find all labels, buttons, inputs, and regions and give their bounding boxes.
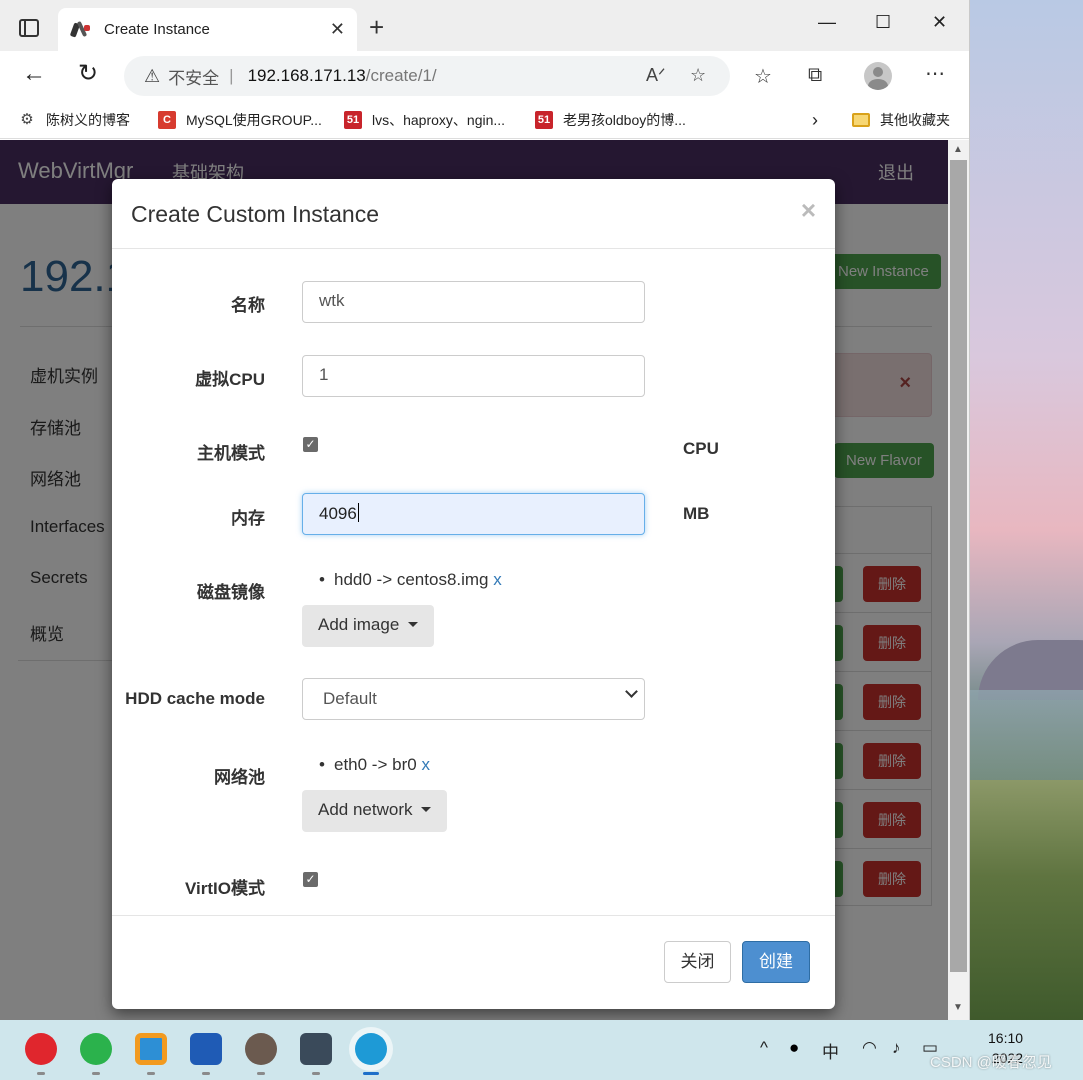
- mb-suffix: MB: [683, 504, 710, 523]
- modal-header: Create Custom Instance ×: [112, 179, 835, 249]
- network-item: eth0 -> br0 x: [319, 755, 430, 775]
- folder-icon: [852, 113, 870, 127]
- tab-title: Create Instance: [104, 21, 210, 38]
- more-icon[interactable]: ⋯: [925, 61, 945, 86]
- caret-down-icon: [408, 622, 419, 627]
- bookmarks-bar: ⚙ 陈树义的博客 C MySQL使用GROUP... 51 lvs、haproxy、n…: [0, 101, 969, 139]
- volume-icon[interactable]: ♪: [892, 1038, 901, 1058]
- browser-window: Create Instance ✕ + — ☐ ✕ ← ↻ ⚠ 不安全 | 19…: [0, 0, 970, 1020]
- virtio-label: VirtIO模式: [185, 879, 265, 898]
- vcpu-label: 虚拟CPU: [195, 370, 265, 389]
- edge-icon[interactable]: [355, 1033, 387, 1065]
- tab-close-icon[interactable]: ✕: [330, 19, 345, 40]
- security-status: 不安全: [168, 68, 220, 88]
- address-bar[interactable]: ⚠ 不安全 | 192.168.171.13/create/1/ Aᐟ ☆: [124, 56, 730, 96]
- create-instance-modal: Create Custom Instance × 名称 wtk 虚拟CPU 1 …: [112, 179, 835, 1009]
- sidebar-toggle-icon[interactable]: [19, 19, 39, 37]
- add-image-button[interactable]: Add image: [302, 605, 435, 647]
- tray-expand-icon[interactable]: ^: [760, 1038, 768, 1058]
- cache-mode-select[interactable]: Default: [302, 678, 645, 720]
- tab-strip: Create Instance ✕ + — ☐ ✕: [0, 0, 969, 51]
- back-icon[interactable]: ←: [22, 62, 46, 86]
- vmware-icon[interactable]: [135, 1033, 167, 1065]
- remove-network-link[interactable]: x: [421, 755, 430, 774]
- disk-image-label: 磁盘镜像: [197, 583, 265, 602]
- network-label: 网络池: [214, 768, 265, 787]
- page-scrollbar[interactable]: ▲ ▼: [948, 140, 969, 1020]
- name-input[interactable]: wtk: [302, 281, 645, 323]
- netease-music-icon[interactable]: [25, 1033, 57, 1065]
- add-favorite-icon[interactable]: ☆: [690, 65, 706, 86]
- memory-label: 内存: [231, 509, 265, 528]
- scroll-down-icon[interactable]: ▼: [953, 1002, 963, 1013]
- app-avatar-icon[interactable]: [245, 1033, 277, 1065]
- ime-indicator[interactable]: 中: [822, 1038, 839, 1063]
- other-bookmarks[interactable]: 其他收藏夹: [852, 110, 950, 130]
- disk-image-item: hdd0 -> centos8.img x: [319, 570, 502, 590]
- maximize-icon[interactable]: ☐: [875, 12, 891, 33]
- memory-input[interactable]: 4096: [302, 493, 645, 535]
- collections-icon[interactable]: ⧉: [808, 64, 822, 87]
- bookmark-c-icon: C: [158, 111, 176, 129]
- remove-disk-link[interactable]: x: [493, 570, 502, 589]
- vcpu-input[interactable]: 1: [302, 355, 645, 397]
- virtio-checkbox[interactable]: ✓: [303, 872, 318, 887]
- desktop-wallpaper: [968, 0, 1083, 1020]
- address-toolbar: ← ↻ ⚠ 不安全 | 192.168.171.13/create/1/ Aᐟ …: [0, 51, 969, 101]
- watermark: CSDN @暖春忽见: [930, 1054, 1052, 1071]
- scrollbar-thumb[interactable]: [950, 160, 967, 972]
- bookmark-item[interactable]: 51 lvs、haproxy、ngin...: [344, 110, 505, 130]
- bookmark-51-icon: 51: [535, 111, 553, 129]
- minimize-icon[interactable]: —: [818, 12, 836, 33]
- host-mode-checkbox[interactable]: ✓: [303, 437, 318, 452]
- wifi-icon[interactable]: ◠: [862, 1038, 877, 1058]
- scroll-up-icon[interactable]: ▲: [953, 144, 963, 155]
- wechat-icon[interactable]: [80, 1033, 112, 1065]
- warning-icon: ⚠: [144, 65, 161, 86]
- host-mode-label: 主机模式: [197, 444, 265, 463]
- favorites-icon[interactable]: ☆: [754, 64, 772, 89]
- qq-icon[interactable]: ●: [789, 1038, 799, 1058]
- bookmarks-overflow-icon[interactable]: ›: [812, 110, 818, 131]
- taskbar: ^ ● 中 ◠ ♪ ▭ 16:10 2022: [0, 1020, 1083, 1080]
- bookmark-item[interactable]: 51 老男孩oldboy的博...: [535, 110, 686, 130]
- profile-avatar[interactable]: [864, 62, 892, 90]
- read-aloud-icon[interactable]: Aᐟ: [646, 65, 666, 86]
- create-button[interactable]: 创建: [742, 941, 810, 983]
- cpu-suffix: CPU: [683, 439, 719, 458]
- close-button[interactable]: 关闭: [664, 941, 731, 983]
- modal-title: Create Custom Instance: [131, 201, 380, 227]
- name-label: 名称: [231, 296, 265, 315]
- cache-mode-label: HDD cache mode: [125, 689, 265, 708]
- window-close-icon[interactable]: ✕: [932, 12, 947, 33]
- reload-icon[interactable]: ↻: [78, 62, 98, 86]
- add-network-button[interactable]: Add network: [302, 790, 448, 832]
- url-path: /create/1/: [365, 66, 437, 85]
- tab-create-instance[interactable]: Create Instance ✕: [58, 8, 357, 51]
- bookmark-item[interactable]: C MySQL使用GROUP...: [158, 110, 322, 130]
- modal-footer: 关闭 创建: [112, 915, 835, 1009]
- bookmark-51-icon: 51: [344, 111, 362, 129]
- url-host: 192.168.171.13: [247, 66, 366, 85]
- bookmark-item[interactable]: ⚙ 陈树义的博客: [18, 110, 130, 130]
- remote-desktop-icon[interactable]: [300, 1033, 332, 1065]
- favicon-icon: [69, 19, 92, 41]
- bookmark-gear-icon: ⚙: [20, 111, 34, 128]
- new-tab-icon[interactable]: +: [369, 14, 384, 40]
- word-icon[interactable]: [190, 1033, 222, 1065]
- modal-close-icon[interactable]: ×: [801, 195, 816, 226]
- caret-down-icon: [421, 807, 432, 812]
- chevron-down-icon: [625, 685, 638, 698]
